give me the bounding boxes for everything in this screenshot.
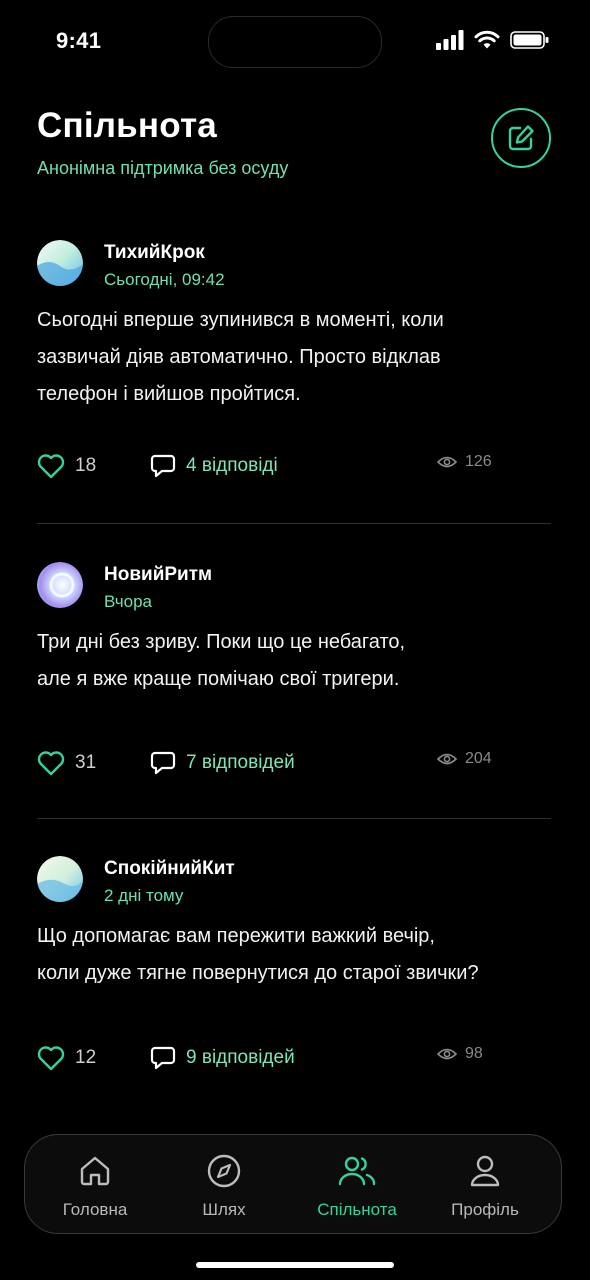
compose-button[interactable]	[491, 108, 551, 168]
comment-icon	[150, 1046, 176, 1070]
like-count: 18	[75, 455, 97, 476]
page-subtitle: Анонімна підтримка без осуду	[37, 158, 289, 178]
views-stat: 204	[437, 750, 492, 768]
like-button[interactable]: 18	[37, 453, 96, 479]
home-indicator[interactable]	[196, 1262, 394, 1268]
tab-home[interactable]: Головна	[35, 1135, 155, 1235]
tab-community[interactable]: Спільнота	[297, 1135, 417, 1235]
post-text: Що допомагає вам пережити важкий вечір, …	[37, 918, 551, 992]
status-icons	[436, 30, 550, 50]
status-bar: 9:41	[0, 0, 590, 80]
divider	[37, 523, 551, 524]
avatar	[37, 856, 83, 902]
post-text-line: Три дні без зриву. Поки що це небагато,	[37, 631, 406, 653]
user-icon	[465, 1151, 505, 1191]
post-author: СпокійнийКит 2 дні тому	[37, 856, 551, 912]
author-name[interactable]: СпокійнийКит	[104, 858, 235, 880]
post-text-line: зазвичай діяв автоматично. Просто відкла…	[37, 346, 441, 368]
compass-icon	[204, 1151, 244, 1191]
comment-icon	[150, 751, 176, 775]
views-stat: 98	[437, 1045, 483, 1063]
compose-icon	[508, 125, 534, 151]
replies-button[interactable]: 4 відповіді	[150, 453, 278, 479]
avatar	[37, 240, 83, 286]
post-time: 2 дні тому	[104, 886, 184, 905]
post-author: НовийРитм Вчора	[37, 562, 551, 618]
heart-icon	[37, 751, 65, 776]
post-time: Вчора	[104, 592, 152, 611]
views-count: 98	[465, 1045, 483, 1062]
wifi-icon	[474, 30, 500, 49]
post-actions: 31 7 відповідей 204	[37, 750, 551, 780]
post-text-line: Що допомагає вам пережити важкий вечір,	[37, 925, 435, 947]
post-actions: 12 9 відповідей 98	[37, 1045, 551, 1075]
eye-icon	[437, 456, 457, 468]
replies-count: 9 відповідей	[186, 1047, 295, 1068]
tab-label: Головна	[62, 1200, 128, 1219]
post-time: Сьогодні, 09:42	[104, 270, 225, 289]
tab-label: Профіль	[451, 1200, 519, 1219]
post-card[interactable]: НовийРитм Вчора Три дні без зриву. Поки …	[37, 562, 551, 776]
like-count: 31	[75, 752, 97, 773]
users-icon	[337, 1151, 377, 1191]
battery-icon	[510, 31, 549, 49]
post-card[interactable]: СпокійнийКит 2 дні тому Що допомагає вам…	[37, 856, 551, 1071]
replies-button[interactable]: 9 відповідей	[150, 1045, 295, 1071]
page-header: Спільнота Анонімна підтримка без осуду	[37, 106, 557, 179]
post-actions: 18 4 відповіді 126	[37, 453, 551, 483]
eye-icon	[437, 1048, 457, 1060]
author-name[interactable]: НовийРитм	[104, 564, 212, 586]
views-stat: 126	[437, 453, 492, 471]
replies-count: 7 відповідей	[186, 752, 295, 773]
heart-icon	[37, 1046, 65, 1071]
views-count: 126	[465, 453, 492, 470]
avatar	[37, 562, 83, 608]
tab-bar: Головна Шлях Спільнота Профіль	[24, 1134, 562, 1234]
status-time: 9:41	[56, 28, 102, 53]
signal-icon	[436, 30, 464, 50]
post-card[interactable]: ТихийКрок Сьогодні, 09:42 Сьогодні вперш…	[37, 240, 551, 479]
tab-profile[interactable]: Профіль	[425, 1135, 545, 1235]
replies-count: 4 відповіді	[186, 455, 278, 476]
post-author: ТихийКрок Сьогодні, 09:42	[37, 240, 551, 296]
post-text: Сьогодні вперше зупинився в моменті, кол…	[37, 302, 551, 413]
dynamic-island	[208, 16, 382, 68]
views-count: 204	[465, 750, 492, 767]
post-text-line: коли дуже тягне повернутися до старої зв…	[37, 962, 479, 984]
like-count: 12	[75, 1047, 97, 1068]
post-text-line: Сьогодні вперше зупинився в моменті, кол…	[37, 309, 444, 331]
tab-label: Шлях	[202, 1200, 246, 1219]
post-text-line: але я вже краще помічаю свої тригери.	[37, 668, 400, 690]
divider	[37, 818, 551, 819]
post-text-line: телефон і вийшов пройтися.	[37, 383, 301, 405]
home-icon	[75, 1151, 115, 1191]
tab-label: Спільнота	[317, 1200, 397, 1219]
eye-icon	[437, 753, 457, 765]
replies-button[interactable]: 7 відповідей	[150, 750, 295, 776]
page-title: Спільнота	[37, 106, 217, 145]
comment-icon	[150, 454, 176, 478]
post-text: Три дні без зриву. Поки що це небагато, …	[37, 624, 551, 698]
author-name[interactable]: ТихийКрок	[104, 242, 205, 264]
tab-path[interactable]: Шлях	[164, 1135, 284, 1235]
heart-icon	[37, 454, 65, 479]
like-button[interactable]: 31	[37, 750, 96, 776]
like-button[interactable]: 12	[37, 1045, 96, 1071]
